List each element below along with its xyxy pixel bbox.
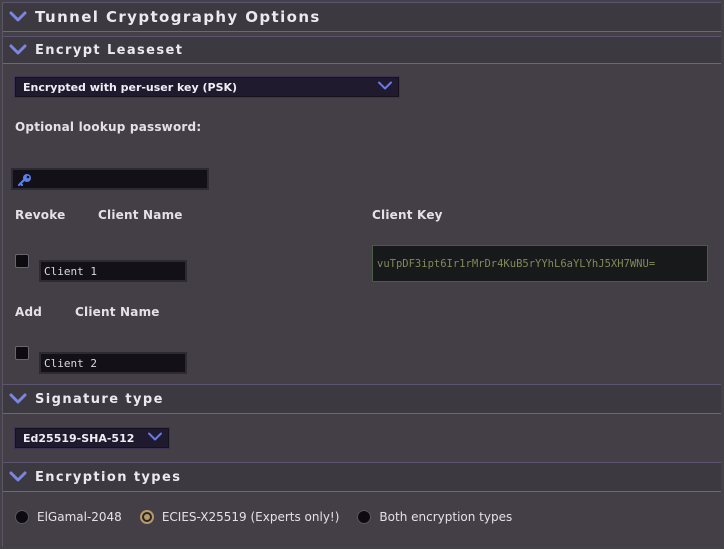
chevron-down-icon	[9, 44, 27, 56]
chevron-down-icon	[9, 393, 27, 405]
chevron-down-icon	[147, 432, 163, 445]
select-value: Ed25519-SHA-512	[23, 431, 135, 445]
lookup-password-label: Optional lookup password:	[15, 120, 202, 134]
encryption-type-radio-group: ElGamal-2048 ECIES-X25519 (Experts only!…	[15, 510, 530, 524]
chevron-down-icon	[377, 81, 393, 94]
revoke-checkbox[interactable]	[15, 254, 29, 268]
client-key-label: Client Key	[372, 208, 443, 222]
section-title: Signature type	[35, 391, 164, 407]
signature-type-select[interactable]: Ed25519-SHA-512	[14, 427, 170, 449]
chevron-down-icon	[9, 11, 27, 23]
select-value: Encrypted with per-user key (PSK)	[23, 80, 238, 94]
add-label: Add	[15, 305, 43, 319]
radio-label: ECIES-X25519 (Experts only!)	[161, 510, 340, 524]
radio-ecies[interactable]	[139, 510, 154, 524]
new-client-name-input[interactable]: Client 2	[39, 352, 187, 374]
radio-both[interactable]	[357, 510, 372, 524]
chevron-down-icon	[9, 471, 27, 483]
client-key-field[interactable]: vuTpDF3ipt6Ir1rMrDr4KuB5rYYhL6aYLYhJ5XH7…	[372, 245, 708, 282]
existing-client-name-input[interactable]: Client 1	[39, 260, 187, 282]
add-client-checkbox[interactable]	[15, 346, 29, 360]
add-client-name-label: Client Name	[75, 305, 160, 319]
section-header-encryption-types[interactable]: Encryption types	[3, 462, 721, 492]
section-header-tunnel-crypto[interactable]: Tunnel Cryptography Options	[3, 2, 721, 32]
radio-label: Both encryption types	[379, 510, 513, 524]
leaseset-mode-select[interactable]: Encrypted with per-user key (PSK)	[14, 76, 400, 98]
section-title: Encryption types	[35, 469, 182, 485]
section-header-signature-type[interactable]: Signature type	[3, 384, 721, 414]
revoke-label: Revoke	[15, 208, 66, 222]
section-title: Tunnel Cryptography Options	[35, 8, 321, 26]
client-name-label: Client Name	[98, 208, 183, 222]
lookup-password-input[interactable]	[11, 168, 209, 190]
radio-elgamal[interactable]	[15, 510, 29, 524]
tunnel-crypto-panel: Tunnel Cryptography Options Encrypt Leas…	[2, 2, 721, 547]
key-icon	[17, 172, 33, 191]
radio-label: ElGamal-2048	[37, 510, 122, 524]
section-header-encrypt-leaseset[interactable]: Encrypt Leaseset	[3, 36, 721, 64]
section-title: Encrypt Leaseset	[35, 42, 184, 58]
